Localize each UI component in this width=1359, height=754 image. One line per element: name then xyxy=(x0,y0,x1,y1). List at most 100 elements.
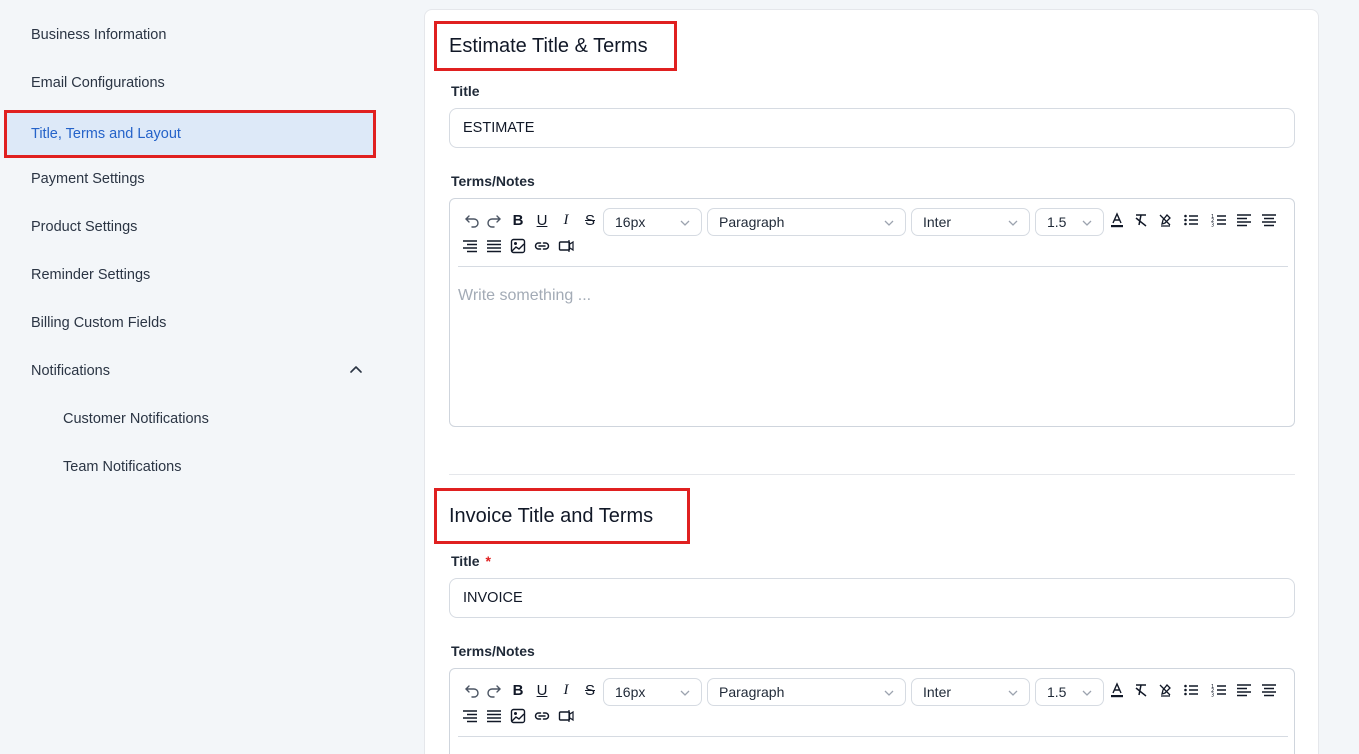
sidebar-item-business-information[interactable]: Business Information xyxy=(4,12,376,58)
align-center-icon[interactable] xyxy=(1259,210,1279,230)
chevron-down-icon xyxy=(680,690,690,696)
editor-placeholder: Write something ... xyxy=(458,287,592,304)
settings-card: Estimate Title & Terms Title Terms/Notes… xyxy=(424,9,1319,754)
sidebar-item-payment-settings[interactable]: Payment Settings xyxy=(4,156,376,202)
bullet-list-icon[interactable] xyxy=(1181,210,1201,230)
sidebar-item-label: Customer Notifications xyxy=(63,411,209,427)
embed-icon[interactable] xyxy=(556,236,576,256)
estimate-terms-label: Terms/Notes xyxy=(451,173,535,189)
sidebar-item-label: Team Notifications xyxy=(63,459,182,475)
invoice-title-label: Title * xyxy=(451,553,491,569)
sidebar-item-product-settings[interactable]: Product Settings xyxy=(4,204,376,250)
numbered-list-icon[interactable]: 123 xyxy=(1209,680,1229,700)
font-size-value: 16px xyxy=(615,684,646,700)
clear-format-icon[interactable] xyxy=(1131,210,1151,230)
font-color-icon[interactable] xyxy=(1107,210,1127,230)
estimate-title-label: Title xyxy=(451,83,480,99)
sidebar-item-reminder-settings[interactable]: Reminder Settings xyxy=(4,252,376,298)
font-family-select[interactable]: Inter xyxy=(911,208,1030,236)
sidebar-item-notifications[interactable]: Notifications xyxy=(4,348,376,394)
invoice-title-label-text: Title xyxy=(451,553,480,569)
strikethrough-icon[interactable]: S xyxy=(580,210,600,230)
svg-text:3: 3 xyxy=(1211,223,1214,229)
chevron-down-icon xyxy=(1082,220,1092,226)
align-justify-icon[interactable] xyxy=(484,706,504,726)
sidebar-item-label: Payment Settings xyxy=(31,171,145,187)
align-center-icon[interactable] xyxy=(1259,680,1279,700)
chevron-up-icon[interactable] xyxy=(348,362,364,378)
highlight-icon[interactable] xyxy=(1155,210,1175,230)
estimate-section-title: Estimate Title & Terms xyxy=(434,21,677,71)
italic-icon[interactable]: I xyxy=(556,680,576,700)
highlight-icon[interactable] xyxy=(1155,680,1175,700)
estimate-terms-editor[interactable]: B U I S 16px Paragraph Inter 1.5 123 Wri… xyxy=(449,198,1295,427)
align-justify-icon[interactable] xyxy=(484,236,504,256)
sidebar-item-team-notifications[interactable]: Team Notifications xyxy=(4,444,376,490)
sidebar-item-label: Reminder Settings xyxy=(31,267,151,283)
sidebar-item-label: Email Configurations xyxy=(31,75,165,91)
block-type-select[interactable]: Paragraph xyxy=(707,208,906,236)
svg-text:3: 3 xyxy=(1211,693,1214,699)
font-family-value: Inter xyxy=(923,214,952,230)
align-right-icon[interactable] xyxy=(460,236,480,256)
embed-icon[interactable] xyxy=(556,706,576,726)
sidebar-item-email-configurations[interactable]: Email Configurations xyxy=(4,60,376,106)
underline-icon[interactable]: U xyxy=(532,680,552,700)
font-family-value: Inter xyxy=(923,684,952,700)
image-icon[interactable] xyxy=(508,706,528,726)
invoice-terms-editor[interactable]: B U I S 16px Paragraph Inter 1.5 123 xyxy=(449,668,1295,754)
sidebar-item-customer-notifications[interactable]: Customer Notifications xyxy=(4,396,376,442)
image-icon[interactable] xyxy=(508,236,528,256)
block-type-select[interactable]: Paragraph xyxy=(707,678,906,706)
align-left-icon[interactable] xyxy=(1234,210,1254,230)
bullet-list-icon[interactable] xyxy=(1181,680,1201,700)
sidebar-item-label: Billing Custom Fields xyxy=(31,315,167,331)
sidebar-item-label: Business Information xyxy=(31,27,167,43)
line-height-select[interactable]: 1.5 xyxy=(1035,678,1104,706)
sidebar-item-label: Title, Terms and Layout xyxy=(31,126,181,142)
chevron-down-icon xyxy=(680,220,690,226)
estimate-title-input[interactable] xyxy=(449,108,1295,148)
link-icon[interactable] xyxy=(532,236,552,256)
required-asterisk: * xyxy=(485,553,491,569)
redo-icon[interactable] xyxy=(484,680,504,700)
numbered-list-icon[interactable]: 123 xyxy=(1209,210,1229,230)
invoice-terms-label: Terms/Notes xyxy=(451,643,535,659)
sidebar-item-billing-custom-fields[interactable]: Billing Custom Fields xyxy=(4,300,376,346)
bold-icon[interactable]: B xyxy=(508,680,528,700)
invoice-section-title: Invoice Title and Terms xyxy=(434,488,690,544)
chevron-down-icon xyxy=(1008,690,1018,696)
sidebar-item-label: Notifications xyxy=(31,363,110,379)
sidebar-item-label: Product Settings xyxy=(31,219,138,235)
undo-icon[interactable] xyxy=(462,210,482,230)
font-family-select[interactable]: Inter xyxy=(911,678,1030,706)
font-color-icon[interactable] xyxy=(1107,680,1127,700)
link-icon[interactable] xyxy=(532,706,552,726)
bold-icon[interactable]: B xyxy=(508,210,528,230)
italic-icon[interactable]: I xyxy=(556,210,576,230)
sidebar-item-title-terms-layout[interactable]: Title, Terms and Layout xyxy=(4,110,376,158)
undo-icon[interactable] xyxy=(462,680,482,700)
font-size-select[interactable]: 16px xyxy=(603,208,702,236)
invoice-title-input[interactable] xyxy=(449,578,1295,618)
line-height-value: 1.5 xyxy=(1047,214,1067,230)
editor-toolbar: B U I S 16px Paragraph Inter 1.5 123 xyxy=(458,677,1288,737)
align-left-icon[interactable] xyxy=(1234,680,1254,700)
chevron-down-icon xyxy=(884,220,894,226)
section-divider xyxy=(449,474,1295,475)
chevron-down-icon xyxy=(884,690,894,696)
strikethrough-icon[interactable]: S xyxy=(580,680,600,700)
editor-toolbar: B U I S 16px Paragraph Inter 1.5 123 xyxy=(458,207,1288,267)
font-size-select[interactable]: 16px xyxy=(603,678,702,706)
block-type-value: Paragraph xyxy=(719,684,785,700)
font-size-value: 16px xyxy=(615,214,646,230)
align-right-icon[interactable] xyxy=(460,706,480,726)
block-type-value: Paragraph xyxy=(719,214,785,230)
redo-icon[interactable] xyxy=(484,210,504,230)
chevron-down-icon xyxy=(1082,690,1092,696)
underline-icon[interactable]: U xyxy=(532,210,552,230)
estimate-heading-text: Estimate Title & Terms xyxy=(449,34,648,57)
settings-sidebar: Business Information Email Configuration… xyxy=(0,0,380,754)
clear-format-icon[interactable] xyxy=(1131,680,1151,700)
line-height-select[interactable]: 1.5 xyxy=(1035,208,1104,236)
